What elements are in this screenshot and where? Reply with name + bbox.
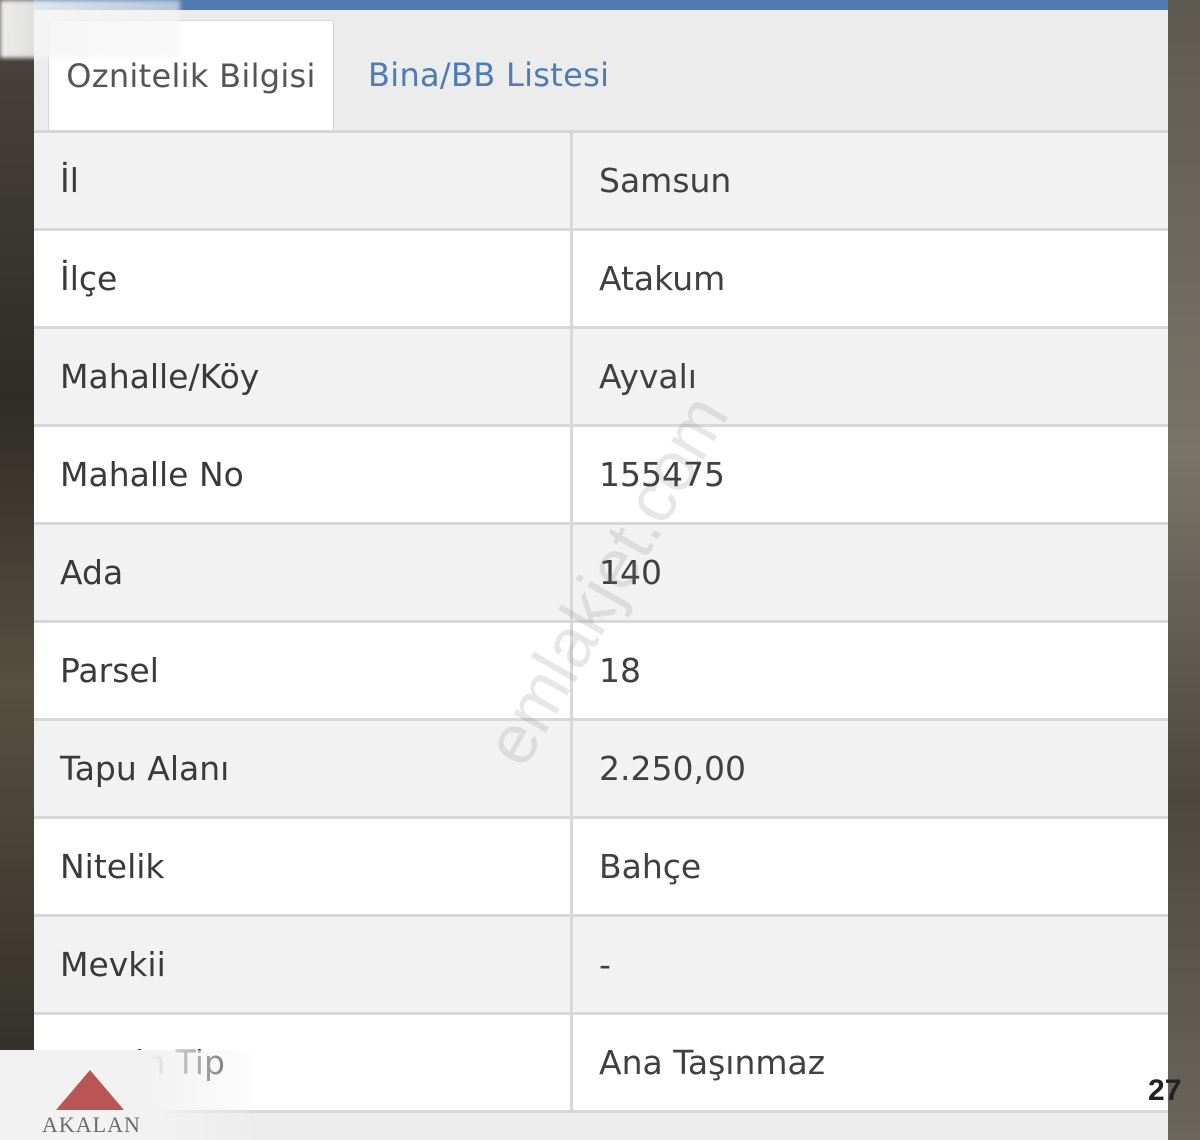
top-accent-bar	[34, 0, 1168, 10]
table-row: Mevkii -	[34, 917, 1168, 1015]
table-row: Mahalle No 155475	[34, 427, 1168, 525]
row-label: Mevkii	[34, 917, 573, 1012]
attribute-table: İl Samsun İlçe Atakum Mahalle/Köy Ayvalı…	[34, 130, 1168, 1113]
table-row: Tapu Alanı 2.250,00	[34, 721, 1168, 819]
corner-number-bold: 27	[1148, 1074, 1182, 1107]
row-value: 140	[599, 553, 662, 592]
row-label: Tapu Alanı	[34, 721, 573, 816]
parcel-info-panel: Oznitelik Bilgisi Bina/BB Listesi İl Sam…	[34, 10, 1168, 1140]
row-value: Ayvalı	[599, 357, 697, 396]
row-label: Ada	[34, 525, 573, 620]
row-label: Parsel	[34, 623, 573, 718]
tab-bar: Oznitelik Bilgisi Bina/BB Listesi	[34, 10, 1168, 131]
logo-text: AKALAN	[42, 1112, 141, 1137]
row-value: 155475	[599, 455, 725, 494]
background-photo-right	[1166, 0, 1200, 1140]
tab-bina-bb-listesi[interactable]: Bina/BB Listesi	[368, 20, 668, 130]
row-value: -	[599, 945, 611, 984]
row-value: Bahçe	[599, 847, 702, 886]
row-value: 18	[599, 651, 641, 690]
akalan-logo-icon	[56, 1070, 124, 1110]
table-row: İlçe Atakum	[34, 231, 1168, 329]
blurred-corner	[0, 0, 180, 58]
row-label: İlçe	[34, 231, 573, 326]
table-row: Nitelik Bahçe	[34, 819, 1168, 917]
row-value: Samsun	[599, 161, 732, 200]
row-value: Atakum	[599, 259, 726, 298]
table-row: Ada 140	[34, 525, 1168, 623]
background-photo-left	[0, 0, 34, 1140]
row-label: İl	[34, 133, 573, 228]
corner-number-faded: 0-38	[1088, 1074, 1149, 1107]
table-row: İl Samsun	[34, 133, 1168, 231]
row-value: Ana Taşınmaz	[599, 1043, 826, 1082]
row-label: Nitelik	[34, 819, 573, 914]
row-value: 2.250,00	[599, 749, 746, 788]
corner-number: 0-3827	[1088, 1074, 1181, 1108]
row-label: Mahalle/Köy	[34, 329, 573, 424]
table-row: Parsel 18	[34, 623, 1168, 721]
table-row: Mahalle/Köy Ayvalı	[34, 329, 1168, 427]
row-label: Mahalle No	[34, 427, 573, 522]
